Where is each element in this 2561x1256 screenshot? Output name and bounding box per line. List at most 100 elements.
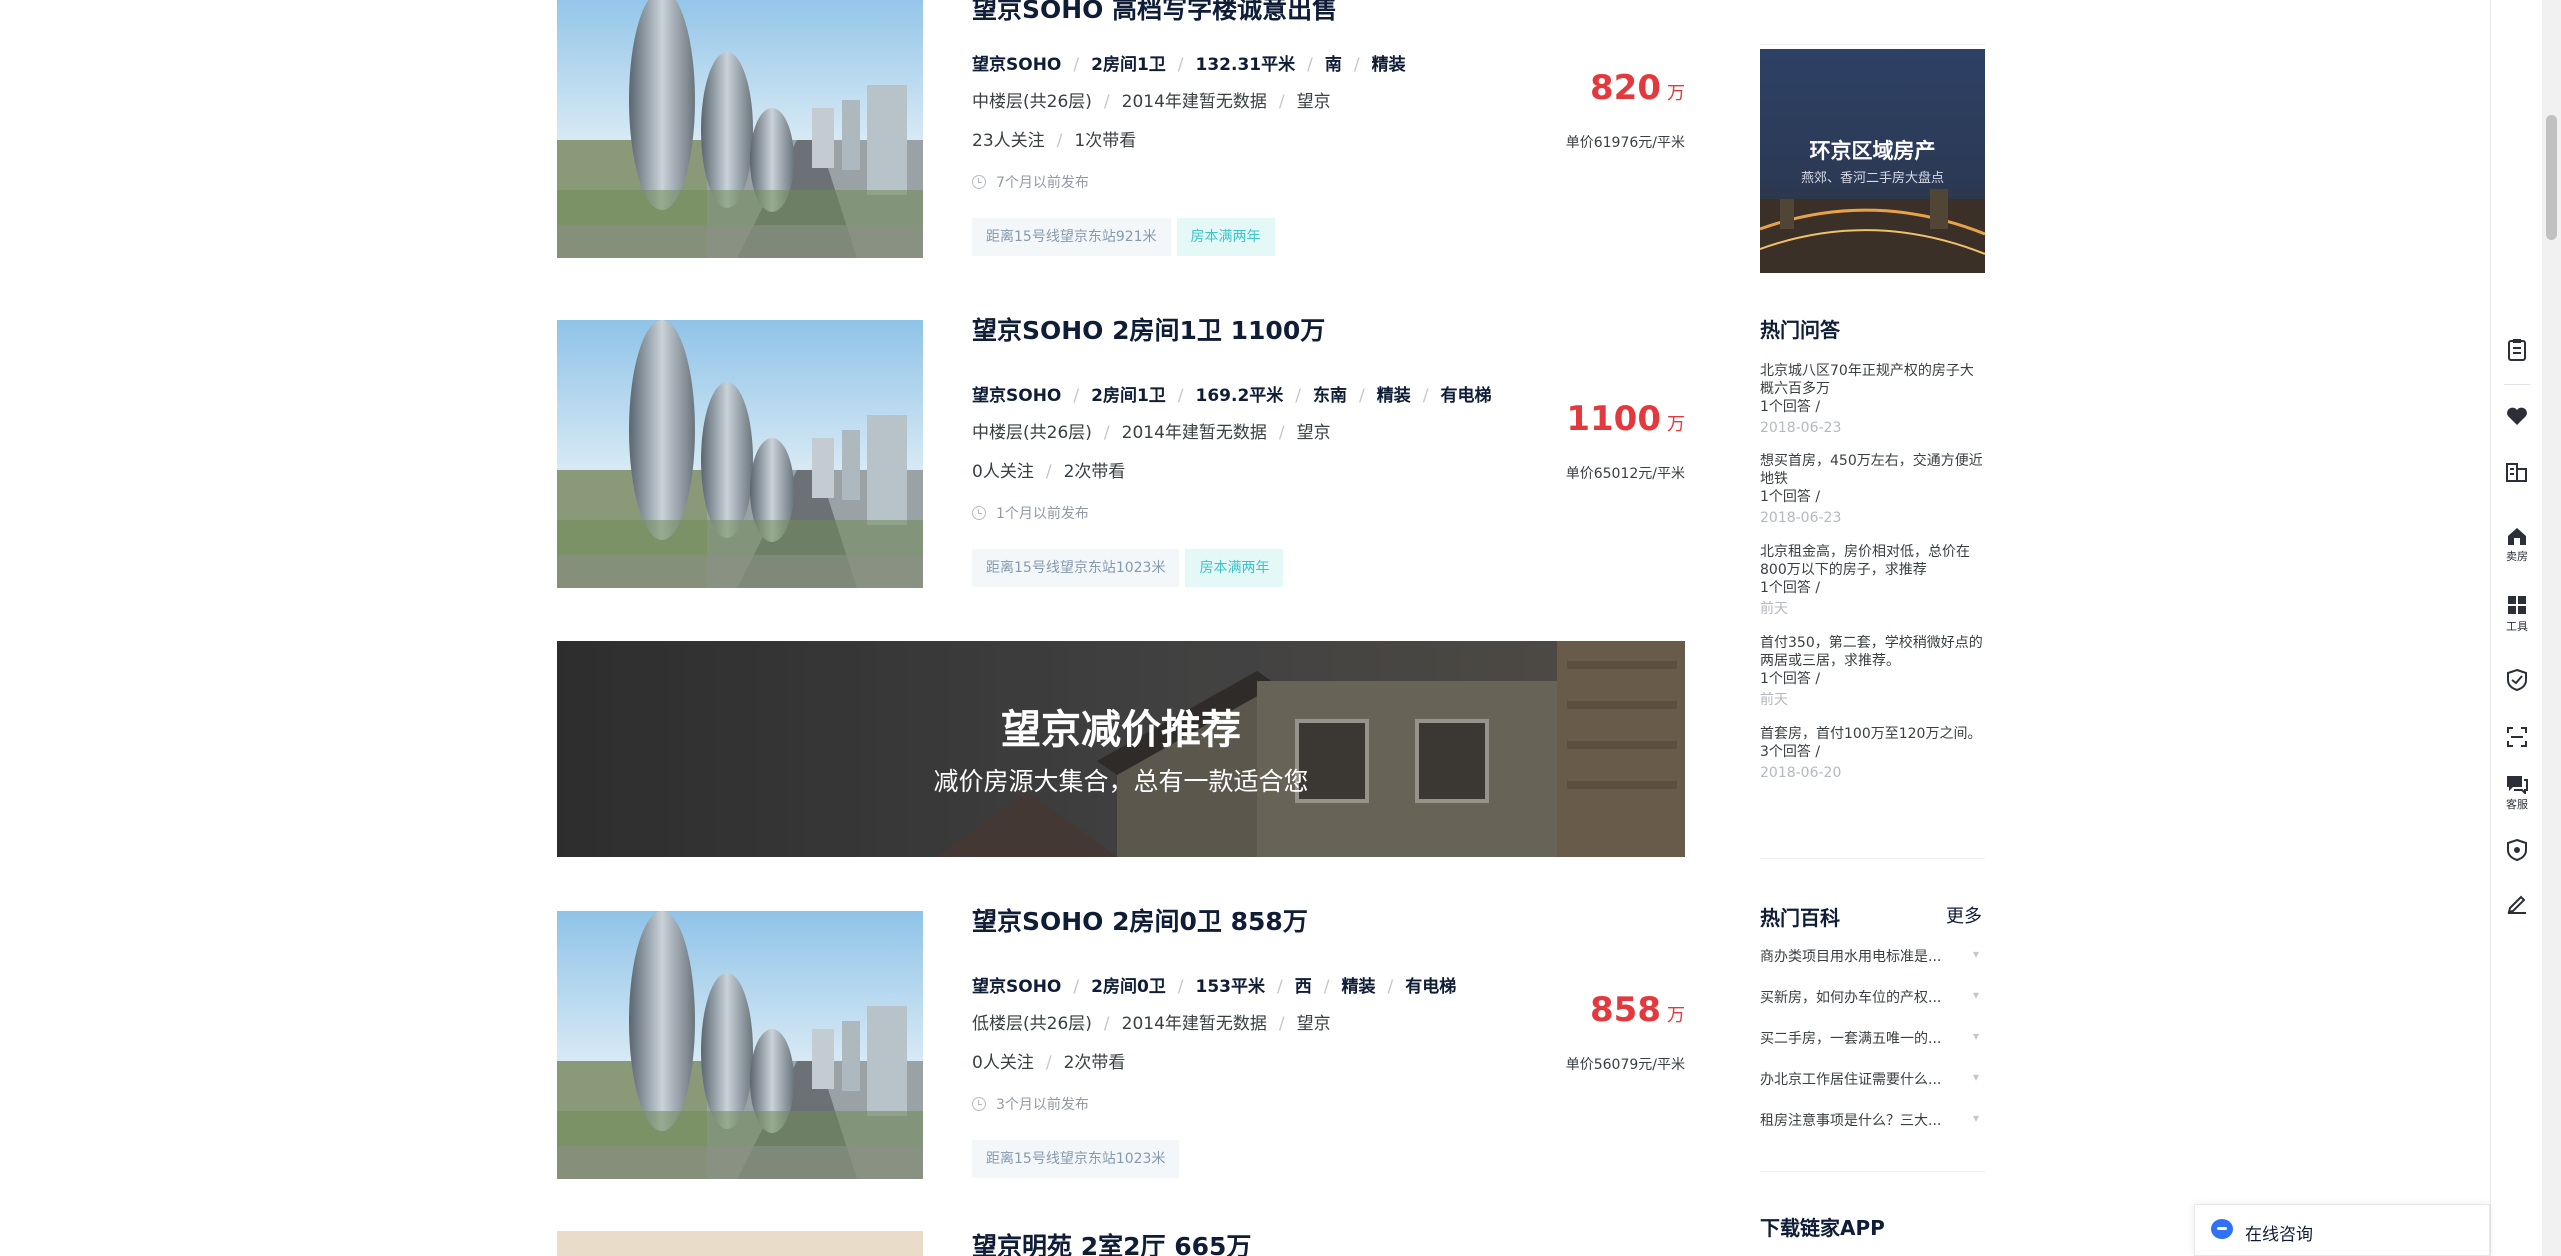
wiki-item-text[interactable]: 商办类项目用水用电标准是... bbox=[1760, 949, 1941, 965]
qa-answer-count: 3个回答 / bbox=[1760, 744, 1821, 760]
chevron-down-icon[interactable]: ▾ bbox=[1973, 988, 1979, 1002]
qa-item[interactable]: 北京城八区70年正规产权的房子大概六百多万 1个回答 / 2018-06-23 bbox=[1760, 362, 1985, 437]
listing-title[interactable]: 望京SOHO 高档写字楼诚意出售 bbox=[972, 0, 1337, 26]
visit-count: 2次带看 bbox=[1063, 1053, 1126, 1073]
qa-date: 前天 bbox=[1760, 601, 1788, 617]
qa-item[interactable]: 首套房，首付100万至120万之间。 3个回答 / 2018-06-20 bbox=[1760, 725, 1985, 782]
meta-floor: 中楼层(共26层) bbox=[972, 92, 1092, 112]
listing-title[interactable]: 望京明苑 2室2厅 665万 bbox=[972, 1227, 1251, 1256]
download-app-heading: 下载链家APP bbox=[1760, 1216, 1885, 1240]
sell-house-button[interactable]: 卖房 bbox=[2491, 526, 2543, 564]
favorites-button[interactable] bbox=[2491, 406, 2543, 426]
qa-item[interactable]: 北京租金高，房价相对低，总价在800万以下的房子，求推荐 1个回答 / 前天 bbox=[1760, 543, 1985, 618]
qa-answer-count: 1个回答 / bbox=[1760, 580, 1821, 596]
meta-district[interactable]: 望京 bbox=[1297, 423, 1331, 443]
shield-button[interactable] bbox=[2491, 668, 2543, 692]
follow-count: 0人关注 bbox=[972, 462, 1034, 482]
tag-subway: 距离15号线望京东站1023米 bbox=[972, 549, 1180, 587]
attr-layout: 2房间1卫 bbox=[1091, 55, 1166, 75]
security-button[interactable] bbox=[2491, 838, 2543, 862]
qa-question[interactable]: 想买首房，450万左右，交通方便近地铁 bbox=[1760, 452, 1985, 488]
attr-orientation: 南 bbox=[1324, 55, 1342, 75]
qa-question[interactable]: 首套房，首付100万至120万之间。 bbox=[1760, 725, 1985, 743]
scan-icon bbox=[2507, 727, 2527, 747]
total-price: 1100 万 bbox=[1566, 399, 1685, 439]
attr-community[interactable]: 望京SOHO bbox=[972, 977, 1061, 997]
wiki-item-text[interactable]: 办北京工作居住证需要什么... bbox=[1760, 1072, 1941, 1088]
publish-time-text: 1个月以前发布 bbox=[996, 506, 1089, 522]
listing-photo[interactable] bbox=[557, 320, 923, 588]
meta-district[interactable]: 望京 bbox=[1297, 1014, 1331, 1034]
visit-count: 1次带看 bbox=[1074, 131, 1137, 151]
attr-community[interactable]: 望京SOHO bbox=[972, 386, 1061, 406]
wiki-item-text[interactable]: 买新房，如何办车位的产权... bbox=[1760, 990, 1941, 1006]
page-scrollbar[interactable] bbox=[2542, 0, 2561, 1256]
qa-date: 前天 bbox=[1760, 692, 1788, 708]
listing-floor-info: 中楼层(共26层)/2014年建暂无数据 / 望京 bbox=[972, 423, 1331, 443]
listing-card[interactable]: 望京明苑 2室2厅 665万 bbox=[557, 1222, 1685, 1256]
wiki-item[interactable]: 租房注意事项是什么？三大... ▾ bbox=[1760, 1110, 1985, 1130]
attr-community[interactable]: 望京SOHO bbox=[972, 55, 1061, 75]
divider bbox=[1760, 858, 1985, 859]
total-price: 820 万 bbox=[1590, 68, 1685, 108]
scrollbar-thumb[interactable] bbox=[2546, 115, 2557, 240]
clock-icon bbox=[972, 1097, 986, 1111]
wiki-item[interactable]: 办北京工作居住证需要什么... ▾ bbox=[1760, 1069, 1985, 1089]
attr-area: 169.2平米 bbox=[1195, 386, 1284, 406]
follow-count: 23人关注 bbox=[972, 131, 1045, 151]
price-cut-banner[interactable]: 望京减价推荐 减价房源大集合，总有一款适合您 bbox=[557, 641, 1685, 857]
qa-item[interactable]: 首付350，第二套，学校稍微好点的两居或三居，求推荐。 1个回答 / 前天 bbox=[1760, 634, 1985, 709]
compare-icon bbox=[2506, 463, 2527, 482]
qa-answer-count: 1个回答 / bbox=[1760, 671, 1821, 687]
wiki-item[interactable]: 买二手房，一套满五唯一的... ▾ bbox=[1760, 1028, 1985, 1048]
listing-photo[interactable] bbox=[557, 1231, 923, 1256]
qa-item[interactable]: 想买首房，450万左右，交通方便近地铁 1个回答 / 2018-06-23 bbox=[1760, 452, 1985, 527]
attr-layout: 2房间0卫 bbox=[1091, 977, 1166, 997]
wiki-item-text[interactable]: 买二手房，一套满五唯一的... bbox=[1760, 1031, 1941, 1047]
chevron-down-icon[interactable]: ▾ bbox=[1973, 1111, 1979, 1125]
listing-photo[interactable] bbox=[557, 0, 923, 258]
listing-card[interactable]: 望京SOHO 2房间0卫 858万 望京SOHO/2房间0卫/153平米 / 西 / 精… bbox=[557, 902, 1685, 1179]
wiki-item[interactable]: 商办类项目用水用电标准是... ▾ bbox=[1760, 946, 1985, 966]
attr-orientation: 东南 bbox=[1313, 386, 1348, 406]
publish-time-text: 3个月以前发布 bbox=[996, 1097, 1089, 1113]
customer-service-label: 客服 bbox=[2506, 798, 2528, 811]
feedback-button[interactable] bbox=[2491, 892, 2543, 914]
listing-title[interactable]: 望京SOHO 2房间0卫 858万 bbox=[972, 902, 1308, 938]
chevron-down-icon[interactable]: ▾ bbox=[1973, 1070, 1979, 1084]
qa-question[interactable]: 首付350，第二套，学校稍微好点的两居或三居，求推荐。 bbox=[1760, 634, 1985, 670]
listing-tags: 距离15号线望京东站1023米 bbox=[972, 1140, 1185, 1178]
publish-time: 3个月以前发布 bbox=[972, 1094, 1089, 1114]
compare-button[interactable] bbox=[2491, 460, 2543, 484]
banner-subtitle: 减价房源大集合，总有一款适合您 bbox=[933, 767, 1309, 796]
listing-follow-info: 0人关注/2次带看 bbox=[972, 1053, 1126, 1073]
listing-card[interactable]: 望京SOHO 高档写字楼诚意出售 望京SOHO/2房间1卫/132.31平米 / 南… bbox=[557, 0, 1685, 258]
hot-qa-heading: 热门问答 bbox=[1760, 318, 1840, 342]
listing-attributes: 望京SOHO/2房间1卫/169.2平米 / 东南 / 精装 / 有电梯 bbox=[972, 386, 1492, 406]
side-ad-banner[interactable]: 环京区域房产 燕郊、香河二手房大盘点 bbox=[1760, 49, 1985, 273]
qa-question[interactable]: 北京城八区70年正规产权的房子大概六百多万 bbox=[1760, 362, 1985, 398]
chevron-down-icon[interactable]: ▾ bbox=[1973, 1029, 1979, 1043]
unit-price: 单价61976元/平米 bbox=[1565, 135, 1685, 151]
qa-date: 2018-06-20 bbox=[1760, 765, 1842, 781]
online-consult-button[interactable]: 在线咨询 bbox=[2194, 1204, 2490, 1256]
chevron-down-icon[interactable]: ▾ bbox=[1973, 947, 1979, 961]
scan-button[interactable] bbox=[2491, 726, 2543, 748]
wiki-item[interactable]: 买新房，如何办车位的产权... ▾ bbox=[1760, 987, 1985, 1007]
qa-question[interactable]: 北京租金高，房价相对低，总价在800万以下的房子，求推荐 bbox=[1760, 543, 1985, 579]
tools-button[interactable]: 工具 bbox=[2491, 594, 2543, 634]
listing-title[interactable]: 望京SOHO 2房间1卫 1100万 bbox=[972, 311, 1325, 347]
wiki-more-link[interactable]: 更多 bbox=[1946, 902, 1982, 928]
edit-icon bbox=[2507, 895, 2526, 914]
listing-card[interactable]: 望京SOHO 2房间1卫 1100万 望京SOHO/2房间1卫/169.2平米 /… bbox=[557, 311, 1685, 588]
listing-photo[interactable] bbox=[557, 911, 923, 1179]
wiki-item-text[interactable]: 租房注意事项是什么？三大... bbox=[1760, 1113, 1941, 1129]
heart-icon bbox=[2507, 407, 2527, 425]
follow-count: 0人关注 bbox=[972, 1053, 1034, 1073]
clipboard-button[interactable] bbox=[2491, 338, 2543, 362]
publish-time: 1个月以前发布 bbox=[972, 503, 1089, 523]
attr-elevator: 有电梯 bbox=[1440, 386, 1492, 406]
customer-service-button[interactable]: 客服 bbox=[2491, 774, 2543, 812]
attr-elevator: 有电梯 bbox=[1405, 977, 1457, 997]
meta-district[interactable]: 望京 bbox=[1297, 92, 1331, 112]
